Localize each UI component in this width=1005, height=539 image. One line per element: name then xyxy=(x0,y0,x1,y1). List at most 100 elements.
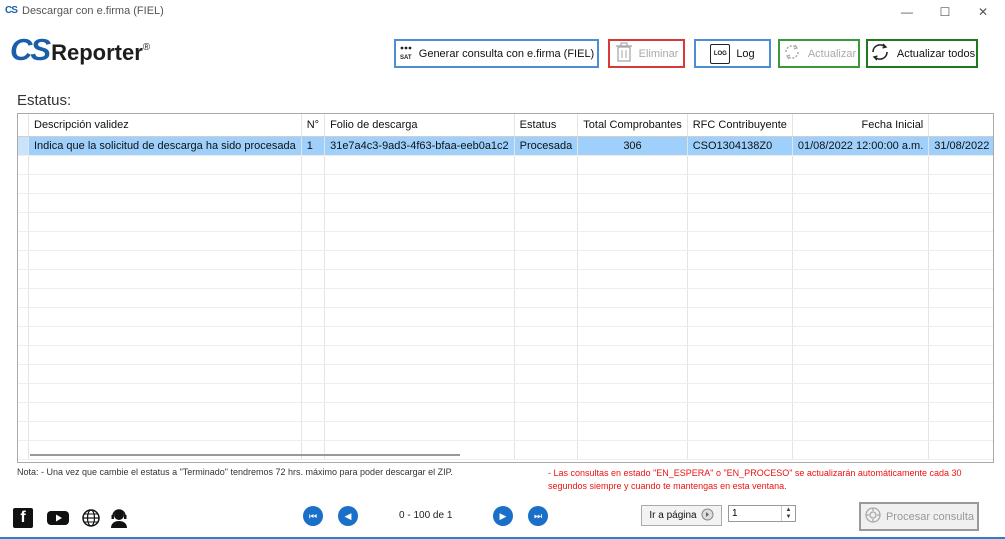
refresh-all-icon xyxy=(869,42,891,65)
empty-row xyxy=(18,231,993,251)
process-query-button[interactable]: Procesar consulta xyxy=(859,502,979,531)
empty-cell xyxy=(514,307,579,327)
table-row[interactable]: Indica que la solicitud de descarga ha s… xyxy=(18,136,993,156)
column-header[interactable]: RFC Contribuyente xyxy=(687,114,793,137)
table-cell[interactable]: 1 xyxy=(301,136,326,156)
empty-cell xyxy=(792,326,930,346)
empty-cell xyxy=(28,174,302,194)
empty-cell xyxy=(324,193,515,213)
empty-cell xyxy=(792,174,930,194)
column-header[interactable]: Descripción validez xyxy=(28,114,302,137)
generate-query-label: Generar consulta con e.firma (FIEL) xyxy=(418,47,595,60)
empty-cell xyxy=(301,269,326,289)
empty-cell xyxy=(301,212,326,232)
empty-cell xyxy=(28,307,302,327)
previous-page-button[interactable]: ◀ xyxy=(338,506,358,526)
row-header[interactable] xyxy=(18,136,29,156)
empty-cell xyxy=(514,402,579,422)
empty-cell xyxy=(577,155,688,175)
maximize-button[interactable]: ☐ xyxy=(927,2,963,22)
empty-cell xyxy=(324,269,515,289)
refresh-all-button[interactable]: Actualizar todos xyxy=(866,39,978,68)
horizontal-scrollbar[interactable] xyxy=(30,452,460,458)
go-to-page-button[interactable]: Ir a página xyxy=(641,505,722,526)
website-globe-icon[interactable] xyxy=(80,508,102,528)
empty-cell xyxy=(792,212,930,232)
empty-cell xyxy=(928,326,993,346)
empty-cell xyxy=(324,307,515,327)
empty-cell xyxy=(28,212,302,232)
empty-cell xyxy=(687,402,793,422)
log-button[interactable]: LOG Log xyxy=(694,39,771,68)
empty-row xyxy=(18,155,993,175)
next-page-button[interactable]: ▶ xyxy=(493,506,513,526)
empty-cell xyxy=(28,250,302,270)
table-cell[interactable]: Indica que la solicitud de descarga ha s… xyxy=(28,136,302,156)
support-agent-icon[interactable] xyxy=(108,508,130,528)
empty-cell xyxy=(324,364,515,384)
empty-cell xyxy=(928,250,993,270)
empty-cell xyxy=(928,345,993,365)
empty-cell xyxy=(301,364,326,384)
empty-cell xyxy=(687,345,793,365)
trash-icon xyxy=(615,42,633,65)
column-header[interactable]: Estatus xyxy=(514,114,579,137)
scrollbar-thumb[interactable] xyxy=(30,454,460,456)
empty-cell xyxy=(928,421,993,441)
empty-cell xyxy=(301,193,326,213)
empty-cell xyxy=(687,212,793,232)
table-cell[interactable]: Procesada xyxy=(514,136,579,156)
column-header[interactable]: Folio de descarga xyxy=(324,114,515,137)
process-query-label: Procesar consulta xyxy=(885,510,975,523)
empty-cell xyxy=(18,364,29,384)
empty-cell xyxy=(792,345,930,365)
empty-cell xyxy=(18,288,29,308)
empty-cell xyxy=(577,421,688,441)
empty-cell xyxy=(928,231,993,251)
column-header[interactable]: N° xyxy=(301,114,326,137)
minimize-button[interactable]: — xyxy=(889,2,925,22)
table-cell[interactable]: 306 xyxy=(577,136,688,156)
page-spinner[interactable]: ▲ ▼ xyxy=(781,506,795,521)
logo-cs: CS xyxy=(10,32,51,67)
empty-row xyxy=(18,307,993,327)
empty-cell xyxy=(792,155,930,175)
table-cell[interactable]: 01/08/2022 12:00:00 a.m. xyxy=(792,136,930,156)
empty-cell xyxy=(514,212,579,232)
column-header[interactable]: Total Comprobantes xyxy=(577,114,688,137)
empty-cell xyxy=(792,307,930,327)
empty-cell xyxy=(928,212,993,232)
spin-up-icon[interactable]: ▲ xyxy=(786,507,792,514)
empty-cell xyxy=(514,440,579,460)
column-header[interactable]: Fecha Inicial xyxy=(792,114,930,137)
empty-cell xyxy=(514,364,579,384)
youtube-icon[interactable] xyxy=(47,508,69,528)
empty-cell xyxy=(18,269,29,289)
empty-cell xyxy=(301,383,326,403)
column-header[interactable]: Fecha Final xyxy=(928,114,993,137)
empty-cell xyxy=(928,383,993,403)
empty-cell xyxy=(18,345,29,365)
generate-query-button[interactable]: SAT Generar consulta con e.firma (FIEL) xyxy=(394,39,599,68)
empty-cell xyxy=(514,231,579,251)
delete-button[interactable]: Eliminar xyxy=(608,39,685,68)
empty-cell xyxy=(928,402,993,422)
spin-down-icon[interactable]: ▼ xyxy=(786,514,792,521)
empty-cell xyxy=(301,326,326,346)
empty-cell xyxy=(687,155,793,175)
empty-cell xyxy=(687,269,793,289)
empty-row xyxy=(18,364,993,384)
last-page-button[interactable]: ⏭ xyxy=(528,506,548,526)
empty-cell xyxy=(514,250,579,270)
first-page-button[interactable]: ⏮ xyxy=(303,506,323,526)
table-cell[interactable]: 31/08/2022 11:59:59 p.m. xyxy=(928,136,993,156)
empty-cell xyxy=(28,345,302,365)
table-cell[interactable]: CSO1304138Z0 xyxy=(687,136,793,156)
refresh-button[interactable]: Actualizar xyxy=(778,39,860,68)
status-grid[interactable]: Descripción validez N° Folio de descarga Es… xyxy=(17,113,994,463)
close-button[interactable]: ✕ xyxy=(965,2,1001,22)
empty-cell xyxy=(301,402,326,422)
table-cell[interactable]: 31e7a4c3-9ad3-4f63-bfaa-eeb0a1c2 xyxy=(324,136,515,156)
empty-cell xyxy=(928,288,993,308)
facebook-icon[interactable]: f xyxy=(13,508,33,528)
